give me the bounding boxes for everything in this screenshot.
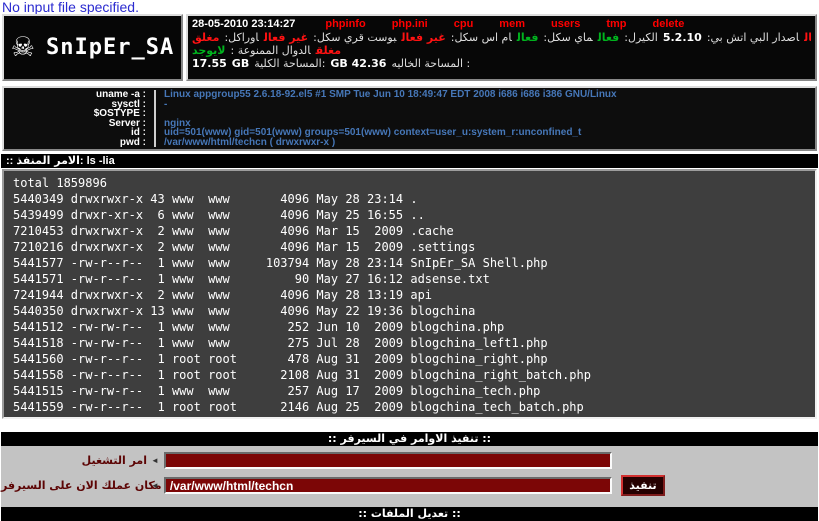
listing-line: 5441558 -rw-r--r-- 1 root root 2108 Aug … [13, 367, 815, 383]
disabled-functions-line: مغلق الدوال الممنوعة : لايوجد [192, 44, 811, 57]
status-segment: اوراكل: [224, 31, 258, 44]
run-command-row: امر التشغيل ◄ [1, 452, 818, 469]
execute-button[interactable]: تنفيذ [621, 475, 665, 496]
listing-line: 5441559 -rw-r--r-- 1 root root 2146 Aug … [13, 399, 815, 415]
nav-links: phpinfo php.ini cpu mem users tmp delete [299, 18, 684, 30]
sysinfo-value [156, 109, 164, 119]
command-bar-label: الامر المنفذ [16, 154, 79, 167]
status-segment: مغلق [316, 44, 341, 57]
nav-link-php.ini[interactable]: php.ini [392, 18, 428, 30]
listing-line: 5441577 -rw-r--r-- 1 www www 103794 May … [13, 255, 815, 271]
listing-line: 7210453 drwxrwxr-x 2 www www 4096 Mar 15… [13, 223, 815, 239]
cwd-label: مكان عملك الان على السيرفر [1, 479, 147, 492]
header: ☠ SnIpEr_SA 28-05-2010 23:14:27phpinfoph… [2, 14, 817, 81]
logo-box: ☠ SnIpEr_SA [2, 14, 183, 81]
nav-link-delete[interactable]: delete [653, 18, 685, 30]
status-segment: الكيرل: [624, 31, 658, 44]
status-segment: GB 42.36 [330, 57, 386, 70]
sysinfo-value: /var/www/html/techcn ( drwxrwxr-x ) [156, 138, 335, 148]
cwd-input[interactable] [164, 477, 612, 494]
cwd-row: مكان عملك الان على السيرفر ◄ تنفيذ [1, 475, 818, 496]
nav-link-phpinfo[interactable]: phpinfo [325, 18, 365, 30]
status-segment: 17.55 [192, 57, 227, 70]
exec-form-panel: امر التشغيل ◄ مكان عملك الان على السيرفر… [1, 446, 818, 507]
listing-line: 5440350 drwxrwxr-x 13 www www 4096 May 2… [13, 303, 815, 319]
sysinfo-label: pwd : [4, 138, 156, 148]
file-listing-output: total 18598965440349 drwxrwxr-x 43 www w… [2, 169, 817, 419]
sysinfo-row: pwd :/var/www/html/techcn ( drwxrwxr-x ) [4, 138, 815, 148]
status-segment: اصدار البي اتش بي: [707, 31, 799, 44]
sysinfo-value: Linux appgroup55 2.6.18-92.el5 #1 SMP Tu… [156, 90, 617, 100]
listing-line: 5441560 -rw-r--r-- 1 root root 478 Aug 3… [13, 351, 815, 367]
listing-line: 5441571 -rw-r--r-- 1 www www 90 May 27 1… [13, 271, 815, 287]
datetime: 28-05-2010 23:14:27 [192, 18, 295, 30]
run-command-label: امر التشغيل [1, 454, 147, 467]
executed-command: : ls -lia [80, 155, 115, 167]
status-segment: 5.2.10 [663, 31, 702, 44]
listing-line: 5441515 -rw-rw-r-- 1 www www 257 Aug 17 … [13, 383, 815, 399]
system-info-panel: uname -a :Linux appgroup55 2.6.18-92.el5… [2, 86, 817, 151]
disk-space-line: 17.55 GB المساحة الكلية: GB 42.36 المساحة ال… [192, 57, 811, 70]
nav-link-cpu[interactable]: cpu [454, 18, 474, 30]
status-segment: غير فعال [804, 31, 811, 44]
nav-link-tmp[interactable]: tmp [606, 18, 626, 30]
header-info-box: 28-05-2010 23:14:27 phpinfo php.ini cpu mem u… [186, 14, 817, 81]
listing-line: 5440349 drwxrwxr-x 43 www www 4096 May 2… [13, 191, 815, 207]
status-segment: الدوال الممنوعة : [231, 44, 311, 57]
status-segment: غير فعال [264, 31, 308, 44]
status-segment: GB [232, 57, 249, 70]
status-segment: المساحة الكلية: [254, 57, 325, 70]
exec-commands-title-bar: :: تنفيذ الاوامر في السيرفر :: [1, 432, 818, 446]
skull-crossbones-icon: ☠ [11, 34, 35, 61]
executed-command-bar: :: الامر المنفذ: ls -lia [1, 154, 818, 168]
listing-line: 7241944 drwxrwxr-x 2 www www 4096 May 28… [13, 287, 815, 303]
status-segment: المساحة الخاليه : [391, 57, 470, 70]
edit-files-title-bar: :: تعديل الملفات :: [1, 507, 818, 521]
listing-line: total 1859896 [13, 175, 815, 191]
listing-line: 5441512 -rw-rw-r-- 1 www www 252 Jun 10 … [13, 319, 815, 335]
listing-line: 5439499 drwxr-xr-x 6 www www 4096 May 25… [13, 207, 815, 223]
status-segment: فعال [517, 31, 539, 44]
arrow-left-icon: ◄ [151, 456, 159, 465]
header-line-datetime-links: 28-05-2010 23:14:27 phpinfo php.ini cpu mem u… [192, 18, 811, 31]
status-segment: غير فعال [401, 31, 445, 44]
arrow-left-icon: ◄ [151, 481, 159, 490]
command-bar-prefix: :: [6, 155, 13, 167]
error-banner: No input file specified. [0, 0, 819, 14]
status-segment: ماي سكل: [543, 31, 592, 44]
sysinfo-value: - [156, 100, 167, 110]
nav-link-mem[interactable]: mem [499, 18, 525, 30]
listing-line: 5441518 -rw-rw-r-- 1 www www 275 Jul 28 … [13, 335, 815, 351]
status-segment: فعال [598, 31, 620, 44]
run-command-input[interactable] [164, 452, 612, 469]
listing-line: 7210216 drwxrwxr-x 2 www www 4096 Mar 15… [13, 239, 815, 255]
status-line: وضع الامن:غير فعالاصدار البي اتش بي:5.2.… [192, 31, 811, 44]
status-segment: ام اس سكل: [451, 31, 512, 44]
status-segment: لايوجد [192, 44, 226, 57]
sniper-shell-page: { "page": { "error_message": "No input f… [0, 0, 819, 514]
nav-link-users[interactable]: users [551, 18, 580, 30]
status-segment: بوست قري سكل: [313, 31, 396, 44]
app-title: SnIpEr_SA [46, 35, 174, 60]
status-segment: مغلق [192, 31, 219, 44]
